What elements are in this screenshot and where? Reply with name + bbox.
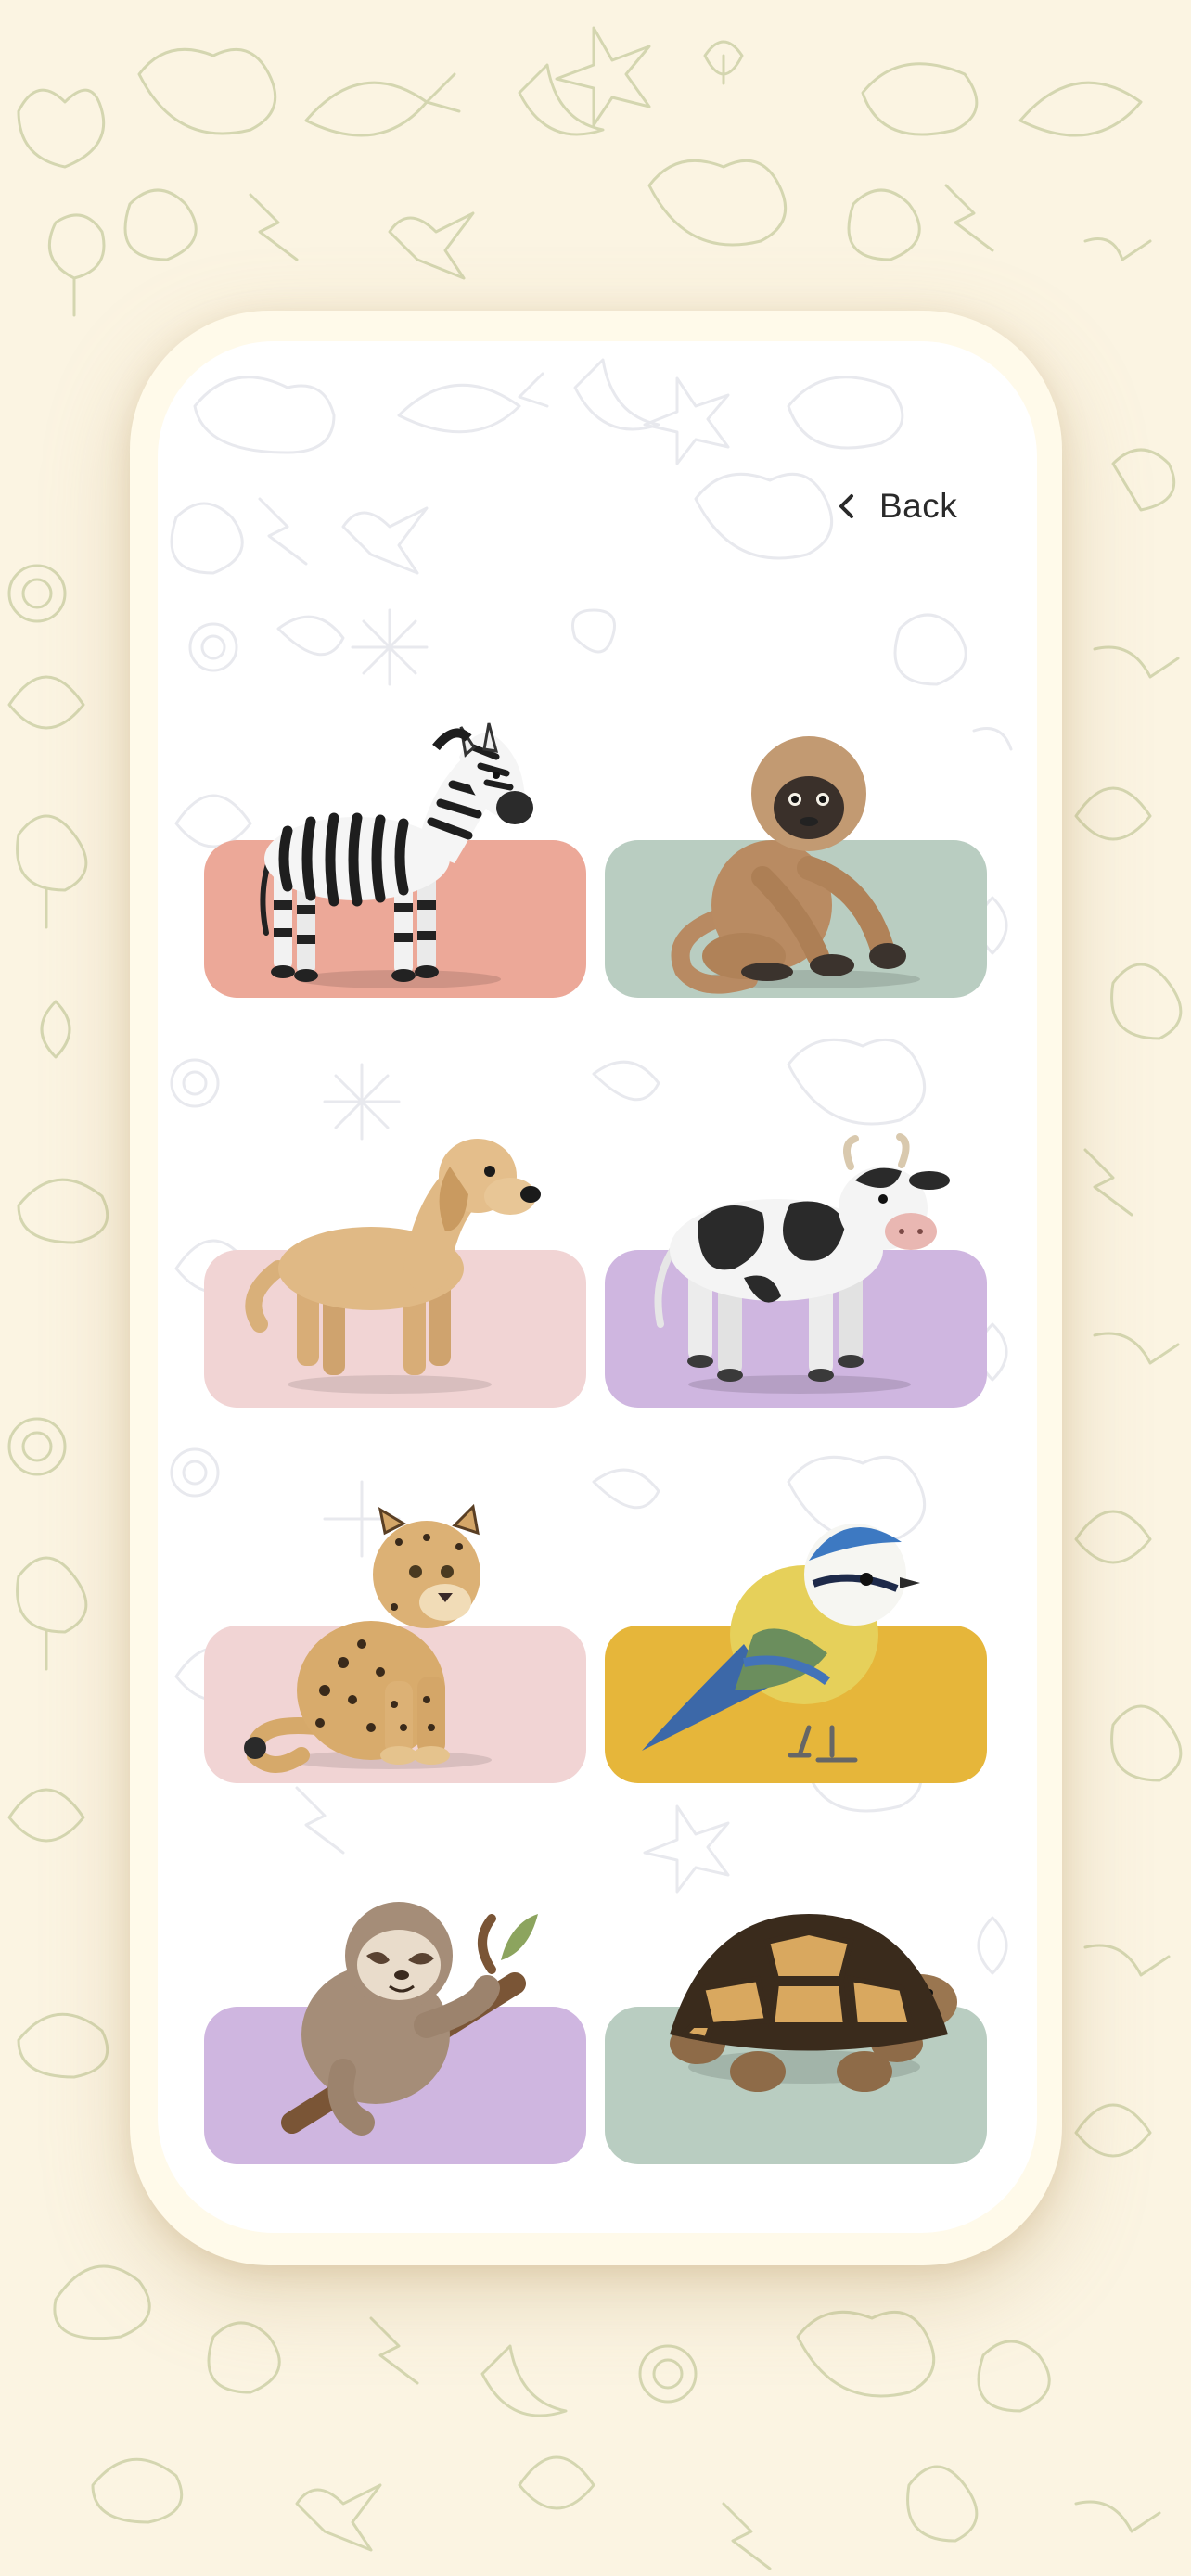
back-button[interactable]: Back	[835, 480, 1002, 532]
animal-card-gibbon[interactable]	[605, 720, 987, 998]
animal-card-golden-retriever[interactable]	[204, 1129, 586, 1408]
cow-illustration	[654, 1133, 950, 1394]
zebra-illustration	[260, 722, 533, 988]
blue-tit-illustration	[642, 1524, 920, 1763]
animal-card-blue-tit[interactable]	[605, 1505, 987, 1783]
sloth-illustration	[281, 1902, 538, 2136]
animal-card-cow[interactable]	[605, 1129, 987, 1408]
animal-card-sloth[interactable]	[204, 1886, 586, 2164]
back-label: Back	[879, 487, 958, 525]
animal-card-leopard[interactable]	[204, 1503, 586, 1783]
tortoise-illustration	[670, 1914, 957, 2092]
gibbon-illustration	[671, 736, 920, 994]
chevron-left-icon	[839, 494, 853, 518]
phone-screen: Back	[158, 341, 1037, 2233]
animal-card-tortoise[interactable]	[605, 1886, 987, 2164]
animal-card-zebra[interactable]	[204, 720, 586, 998]
leopard-illustration	[244, 1503, 492, 1773]
golden-retriever-illustration	[245, 1139, 541, 1394]
